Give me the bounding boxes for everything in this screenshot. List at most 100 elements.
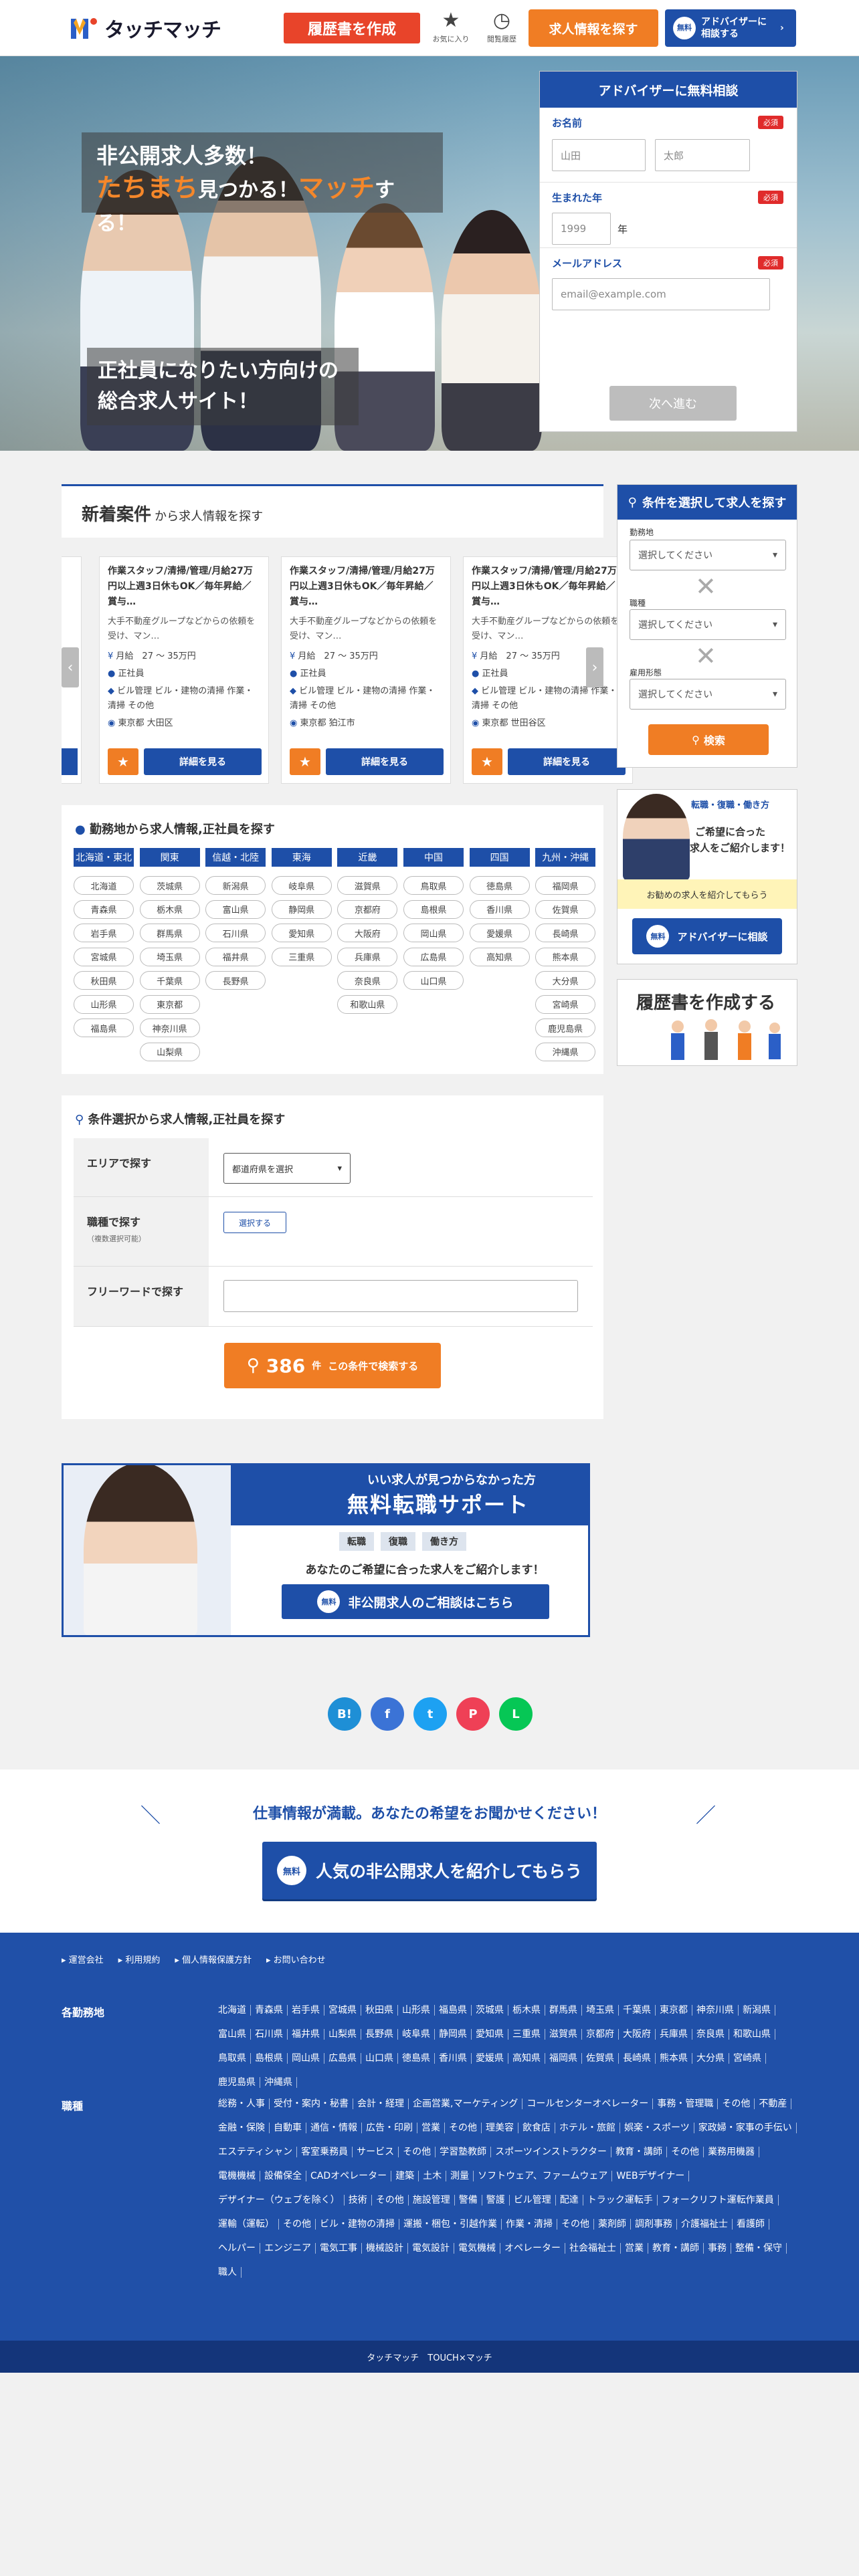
- footer-job-link[interactable]: 警備: [455, 2195, 482, 2206]
- prefecture-link[interactable]: 岡山県: [403, 924, 464, 942]
- hatena-share-button[interactable]: B!: [328, 1697, 361, 1731]
- prefecture-link[interactable]: 埼玉県: [139, 947, 200, 966]
- footer-job-link[interactable]: 業務用機器: [704, 2147, 760, 2157]
- footer-job-link[interactable]: 整備・保守: [731, 2243, 787, 2254]
- footer-area-link[interactable]: 兵庫県: [656, 2029, 692, 2040]
- footer-job-link[interactable]: 金融・保険: [214, 2123, 270, 2133]
- job-card[interactable]: 作業スタッフ/清掃/管理/月給27万円以上週3日休もOK／毎年昇給／賞与… 大手…: [99, 556, 269, 784]
- pocket-share-button[interactable]: P: [456, 1697, 490, 1731]
- footer-job-link[interactable]: 作業・清掃: [502, 2219, 557, 2230]
- email-input[interactable]: email@example.com: [552, 278, 770, 310]
- footer-job-link[interactable]: 受付・案内・秘書: [270, 2099, 353, 2109]
- footer-job-link[interactable]: 看護師: [733, 2219, 769, 2230]
- twitter-share-button[interactable]: t: [413, 1697, 447, 1731]
- footer-job-link[interactable]: ホテル・旅館: [555, 2123, 620, 2133]
- footer-job-link[interactable]: スポーツインストラクター: [491, 2147, 612, 2157]
- footer-area-link[interactable]: 栃木県: [508, 2005, 545, 2016]
- footer-area-link[interactable]: 静岡県: [435, 2029, 472, 2040]
- favorite-button[interactable]: ★: [108, 748, 138, 775]
- footer-job-link[interactable]: 教育・講師: [648, 2243, 704, 2254]
- footer-job-link[interactable]: 広告・印刷: [362, 2123, 417, 2133]
- adviser-button[interactable]: 無料 アドバイザーに相談する ›: [665, 9, 796, 47]
- footer-area-link[interactable]: 京都府: [582, 2029, 619, 2040]
- footer-job-link[interactable]: WEBデザイナー: [612, 2171, 690, 2181]
- footer-job-link[interactable]: 社会福祉士: [565, 2243, 621, 2254]
- footer-job-link[interactable]: 調剤事務: [631, 2219, 677, 2230]
- prefecture-link[interactable]: 大分県: [535, 971, 596, 990]
- footer-area-link[interactable]: 石川県: [251, 2029, 288, 2040]
- footer-area-link[interactable]: 山梨県: [324, 2029, 361, 2040]
- adviser-banner-button[interactable]: 無料 アドバイザーに相談: [632, 918, 782, 954]
- detail-button[interactable]: 詳細を見る: [508, 748, 626, 775]
- prefecture-link[interactable]: 沖縄県: [535, 1042, 596, 1061]
- footer-job-link[interactable]: 薬剤師: [594, 2219, 631, 2230]
- footer-job-link[interactable]: 娯楽・スポーツ: [620, 2123, 694, 2133]
- support-banner-button[interactable]: 無料 非公開求人のご相談はこちら: [282, 1584, 549, 1619]
- detail-button[interactable]: 詳細を見る: [144, 748, 262, 775]
- prefecture-link[interactable]: 大阪府: [337, 924, 398, 942]
- footer-area-link[interactable]: 新潟県: [739, 2005, 775, 2016]
- footer-job-link[interactable]: デザイナー（ウェブを除く）: [214, 2195, 345, 2206]
- footer-area-link[interactable]: 宮城県: [324, 2005, 361, 2016]
- footer-job-link[interactable]: その他: [557, 2219, 594, 2230]
- footer-job-link[interactable]: 営業: [621, 2243, 648, 2254]
- prefecture-link[interactable]: 滋賀県: [337, 876, 398, 895]
- prefecture-link[interactable]: 熊本県: [535, 947, 596, 966]
- facebook-share-button[interactable]: f: [371, 1697, 404, 1731]
- support-banner[interactable]: いい求人が見つからなかった方 無料転職サポート 転職 復職 働き方 あなたのご希…: [62, 1463, 590, 1637]
- footer-job-link[interactable]: 不動産: [755, 2099, 792, 2109]
- footer-area-link[interactable]: 山形県: [398, 2005, 435, 2016]
- footer-job-link[interactable]: 学習塾教師: [436, 2147, 492, 2157]
- footer-job-link[interactable]: ビル・建物の清掃: [316, 2219, 399, 2230]
- footer-job-link[interactable]: その他: [399, 2147, 436, 2157]
- prefecture-link[interactable]: 福井県: [205, 947, 266, 966]
- favorite-button[interactable]: ★: [290, 748, 320, 775]
- prefecture-link[interactable]: 長野県: [205, 971, 266, 990]
- footer-area-link[interactable]: 山口県: [361, 2053, 398, 2064]
- prefecture-link[interactable]: 秋田県: [74, 971, 134, 990]
- footer-job-link[interactable]: 事務: [704, 2243, 731, 2254]
- prefecture-link[interactable]: 島根県: [403, 899, 464, 919]
- footer-job-link[interactable]: 電機機械: [214, 2171, 260, 2181]
- footer-area-link[interactable]: 熊本県: [656, 2053, 692, 2064]
- prefecture-link[interactable]: 奈良県: [337, 971, 398, 990]
- footer-job-link[interactable]: 運搬・梱包・引越作業: [399, 2219, 502, 2230]
- footer-link[interactable]: ▸ 個人情報保護方針: [175, 1953, 252, 1965]
- prefecture-link[interactable]: 京都府: [337, 899, 398, 919]
- prefecture-link[interactable]: 兵庫県: [337, 947, 398, 966]
- footer-job-link[interactable]: エステティシャン: [214, 2147, 298, 2157]
- footer-job-link[interactable]: 技術: [345, 2195, 372, 2206]
- prefecture-link[interactable]: 和歌山県: [337, 994, 398, 1014]
- footer-job-link[interactable]: 営業: [417, 2123, 445, 2133]
- footer-area-link[interactable]: 岡山県: [288, 2053, 324, 2064]
- find-jobs-button[interactable]: 求人情報を探す: [529, 9, 658, 47]
- detail-button[interactable]: 詳細を見る: [326, 748, 444, 775]
- footer-job-link[interactable]: 介護福祉士: [677, 2219, 733, 2230]
- footer-area-link[interactable]: 島根県: [251, 2053, 288, 2064]
- footer-job-link[interactable]: その他: [445, 2123, 482, 2133]
- prefecture-link[interactable]: 愛媛県: [469, 924, 530, 942]
- footer-job-link[interactable]: 電気機械: [454, 2243, 500, 2254]
- prefecture-link[interactable]: 千葉県: [139, 971, 200, 990]
- footer-job-link[interactable]: 警護: [482, 2195, 510, 2206]
- prefecture-link[interactable]: 神奈川県: [139, 1018, 200, 1037]
- footer-link[interactable]: ▸ お問い合わせ: [266, 1953, 326, 1965]
- location-select[interactable]: 選択してください ▾: [630, 540, 786, 570]
- footer-job-link[interactable]: ビル管理: [510, 2195, 556, 2206]
- employment-select[interactable]: 選択してください ▾: [630, 679, 786, 710]
- prefecture-link[interactable]: 東京都: [139, 994, 200, 1014]
- prefecture-link[interactable]: 山口県: [403, 971, 464, 990]
- history-link[interactable]: ◷ 閲覧履歴: [482, 8, 522, 48]
- footer-job-link[interactable]: 電気設計: [408, 2243, 454, 2254]
- footer-area-link[interactable]: 香川県: [435, 2053, 472, 2064]
- footer-job-link[interactable]: その他: [279, 2219, 316, 2230]
- footer-area-link[interactable]: 秋田県: [361, 2005, 398, 2016]
- footer-job-link[interactable]: サービス: [353, 2147, 399, 2157]
- prefecture-select[interactable]: 都道府県を選択 ▾: [223, 1153, 351, 1184]
- footer-area-link[interactable]: 滋賀県: [545, 2029, 582, 2040]
- prefecture-link[interactable]: 栃木県: [139, 899, 200, 919]
- footer-area-link[interactable]: 福井県: [288, 2029, 324, 2040]
- prefecture-link[interactable]: 高知県: [469, 947, 530, 966]
- footer-job-link[interactable]: 総務・人事: [214, 2099, 270, 2109]
- prefecture-link[interactable]: 香川県: [469, 899, 530, 919]
